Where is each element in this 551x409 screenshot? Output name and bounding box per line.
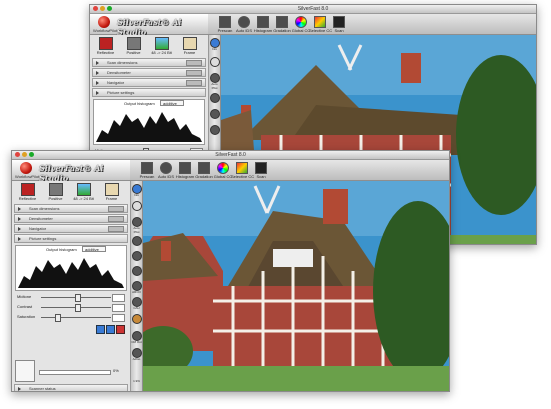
- reflective-button[interactable]: Reflective: [93, 37, 118, 55]
- positive-button[interactable]: Positive: [121, 37, 146, 55]
- disclosure-icon: [18, 217, 21, 221]
- ids-icon[interactable]: [210, 125, 220, 135]
- silverfast-logo-icon: [20, 162, 32, 174]
- prescan-icon: [219, 16, 231, 28]
- picture-settings-section[interactable]: Picture settings: [14, 234, 128, 243]
- bit-depth-icon: [76, 183, 91, 196]
- film-icon: [48, 183, 63, 196]
- densitometer-section[interactable]: Densitometer: [92, 68, 206, 77]
- magnifier-icon[interactable]: [210, 57, 220, 67]
- reflective-icon: [98, 37, 113, 50]
- selective-cc-icon: [236, 162, 248, 174]
- slider-knob[interactable]: [55, 314, 61, 322]
- gradation-icon: [276, 16, 288, 28]
- histogram-icon: [179, 162, 191, 174]
- disclosure-icon: [18, 237, 21, 241]
- prescan-icon: [141, 162, 153, 174]
- apply-icon[interactable]: [106, 325, 115, 334]
- densitometer-section[interactable]: Densitometer: [14, 214, 128, 223]
- front-tool-sidebar: Info Auto Pilot ARCO CAU CM Out AdGo 1.9…: [131, 181, 143, 391]
- disclosure-icon: [96, 61, 99, 65]
- scan-tool[interactable]: Scan: [328, 16, 350, 33]
- front-toolbar: SilverFast® Ai Studio WorkflowPilot Pres…: [12, 160, 449, 183]
- disclosure-icon: [96, 81, 99, 85]
- progress-bar: [39, 370, 111, 375]
- frame-button[interactable]: Frame: [99, 183, 124, 201]
- histogram-mode-select[interactable]: additive: [82, 246, 106, 252]
- brand-name: SilverFast® Ai Studio: [39, 163, 104, 183]
- bit-depth-button[interactable]: 48 -> 24 Bit: [149, 37, 174, 55]
- global-cc-icon: [217, 162, 229, 174]
- histogram-graph: [18, 258, 124, 288]
- back-toolbar: SilverFast® Ai Studio WorkflowPilot Pres…: [90, 14, 536, 37]
- tool-icon[interactable]: [132, 251, 142, 261]
- picture-settings-section[interactable]: Picture settings: [92, 88, 206, 97]
- frame-icon: [182, 37, 197, 50]
- front-window: SilverFast 8.0 SilverFast® Ai Studio Wor…: [11, 150, 450, 392]
- front-title-bar: SilverFast 8.0: [12, 151, 449, 160]
- reflective-button[interactable]: Reflective: [15, 183, 40, 201]
- histogram-graph: [96, 112, 202, 142]
- workflow-pilot-label: WorkflowPilot: [15, 174, 40, 179]
- global-cc-icon: [295, 16, 307, 28]
- disclosure-icon: [96, 91, 99, 95]
- saturation-slider[interactable]: Saturation: [15, 313, 127, 322]
- disclosure-icon: [18, 207, 21, 211]
- film-icon: [126, 37, 141, 50]
- frame-button[interactable]: Frame: [177, 37, 202, 55]
- bit-depth-button[interactable]: 48 -> 24 Bit: [71, 183, 96, 201]
- tool-icon[interactable]: [132, 236, 142, 246]
- thumbnail-preview: [15, 360, 35, 382]
- disclosure-icon: [18, 227, 21, 231]
- positive-button[interactable]: Positive: [43, 183, 68, 201]
- house-photo: [143, 181, 449, 391]
- brand-name: SilverFast® Ai Studio: [117, 17, 182, 37]
- brand-area: SilverFast® Ai Studio WorkflowPilot: [90, 14, 208, 37]
- window-title: SilverFast 8.0: [297, 6, 329, 12]
- tool-icon[interactable]: [210, 109, 220, 119]
- front-settings-panel: Reflective Positive 48 -> 24 Bit Frame S…: [12, 181, 131, 391]
- contrast-slider[interactable]: Contrast: [15, 303, 127, 312]
- scan-dimensions-section[interactable]: Scan dimensions: [14, 204, 128, 213]
- reset-icon[interactable]: [96, 325, 105, 334]
- scanner-status-area: 0%: [15, 360, 125, 388]
- scan-dimensions-section[interactable]: Scan dimensions: [92, 58, 206, 67]
- tool-icon[interactable]: [132, 266, 142, 276]
- auto-ids-icon: [238, 16, 250, 28]
- disclosure-icon: [96, 71, 99, 75]
- front-prescan-preview[interactable]: [143, 181, 449, 391]
- workflow-pilot-label: WorkflowPilot: [93, 28, 118, 33]
- reflective-icon: [20, 183, 35, 196]
- delete-icon[interactable]: [116, 325, 125, 334]
- output-histogram: Output histogram additive: [15, 245, 127, 291]
- slider-knob[interactable]: [75, 294, 81, 302]
- magnifier-icon[interactable]: [132, 201, 142, 211]
- selective-cc-icon: [314, 16, 326, 28]
- tool-icon[interactable]: [132, 314, 142, 324]
- tool-icon[interactable]: [210, 93, 220, 103]
- frame-icon: [104, 183, 119, 196]
- scan-icon: [333, 16, 345, 28]
- scan-tool[interactable]: Scan: [250, 162, 272, 179]
- bit-depth-icon: [154, 37, 169, 50]
- scan-icon: [255, 162, 267, 174]
- brand-area: SilverFast® Ai Studio WorkflowPilot: [12, 160, 130, 183]
- histogram-icon: [257, 16, 269, 28]
- navigator-section[interactable]: Navigator: [14, 224, 128, 233]
- back-title-bar: SilverFast 8.0: [90, 5, 536, 14]
- auto-ids-icon: [160, 162, 172, 174]
- picture-settings-actions: [15, 324, 127, 334]
- navigator-section[interactable]: Navigator: [92, 78, 206, 87]
- window-title: SilverFast 8.0: [215, 152, 246, 158]
- output-histogram: Output histogram additive: [93, 99, 205, 145]
- midtone-slider[interactable]: Midtone: [15, 293, 127, 302]
- silverfast-logo-icon: [98, 16, 110, 28]
- gradation-icon: [198, 162, 210, 174]
- slider-knob[interactable]: [75, 304, 81, 312]
- histogram-mode-select[interactable]: additive: [160, 100, 184, 106]
